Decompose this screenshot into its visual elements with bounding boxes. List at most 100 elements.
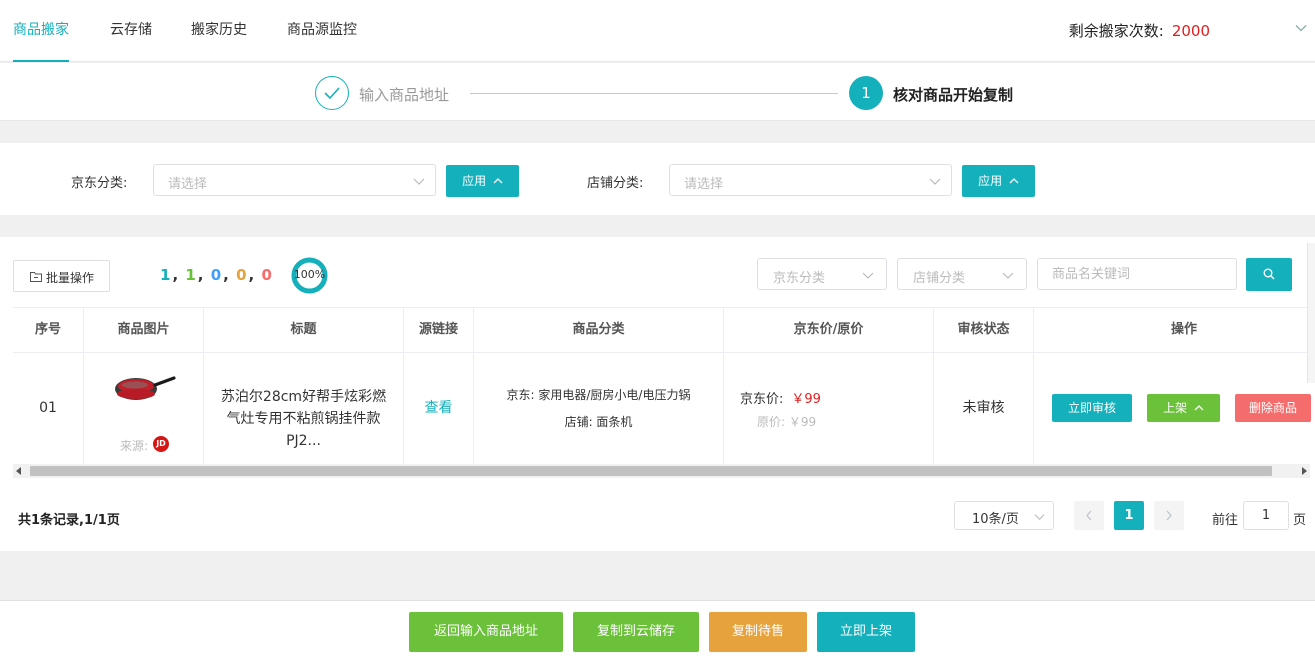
count-sep: , bbox=[248, 266, 260, 284]
chevron-down-icon bbox=[1034, 514, 1045, 521]
prev-page-button[interactable] bbox=[1074, 501, 1104, 530]
header-seq: 序号 bbox=[13, 308, 84, 352]
count-sep: , bbox=[197, 266, 209, 284]
jd-category-select[interactable]: 请选择 bbox=[153, 164, 436, 196]
shop-category-filter-placeholder: 店铺分类 bbox=[913, 271, 966, 286]
search-icon bbox=[1263, 268, 1275, 280]
scroll-left-icon[interactable] bbox=[16, 467, 21, 475]
header-category: 商品分类 bbox=[474, 308, 724, 352]
chevron-down-icon bbox=[929, 178, 941, 185]
scrollbar-thumb[interactable] bbox=[30, 466, 1272, 476]
source-label: 来源: bbox=[120, 439, 149, 453]
tab-cloud-storage[interactable]: 云存储 bbox=[110, 0, 152, 62]
vertical-scrollbar[interactable] bbox=[1307, 243, 1315, 383]
copy-pending-button[interactable]: 复制待售 bbox=[709, 612, 807, 652]
shelf-button-label: 上架 bbox=[1163, 401, 1188, 415]
tab-source-monitor[interactable]: 商品源监控 bbox=[287, 0, 357, 62]
chevron-down-icon[interactable] bbox=[1295, 22, 1307, 34]
header-status: 审核状态 bbox=[934, 308, 1034, 352]
review-status: 未审核 bbox=[934, 353, 1034, 465]
chevron-down-icon bbox=[413, 178, 425, 185]
apply-label: 应用 bbox=[978, 174, 1003, 188]
horizontal-scrollbar[interactable] bbox=[13, 464, 1310, 478]
row-category: 京东: 家用电器/厨房小电/电压力锅 店铺: 面条机 bbox=[474, 353, 724, 465]
jd-category-placeholder: 请选择 bbox=[168, 177, 208, 192]
progress-text: 100% bbox=[293, 268, 326, 281]
category-filter-panel: 京东分类: 请选择 应用 店铺分类: 请选择 应用 bbox=[0, 143, 1315, 215]
header-actions: 操作 bbox=[1170, 322, 1197, 337]
shelf-button[interactable]: 上架 bbox=[1147, 394, 1220, 422]
count-sep: , bbox=[172, 266, 184, 284]
shop-category-label: 店铺分类: bbox=[587, 176, 644, 191]
original-price: 原价: ￥99 bbox=[757, 415, 817, 429]
page-word: 页 bbox=[1293, 513, 1307, 528]
next-page-button[interactable] bbox=[1154, 501, 1184, 530]
step2-number: 1 bbox=[849, 76, 883, 110]
step-indicator: 输入商品地址 1 核对商品开始复制 bbox=[0, 63, 1315, 121]
product-list-panel: 批量操作 1, 1, 0, 0, 0 100% 京东分类 店铺分类 序号 商品图… bbox=[0, 237, 1315, 551]
table-header: 序号 商品图片 标题 源链接 商品分类 京东价/原价 审核状态 操作 bbox=[13, 308, 1315, 353]
row-price: 京东价: ￥99 原价: ￥99 bbox=[724, 353, 934, 465]
folder-icon bbox=[30, 272, 42, 282]
product-image[interactable] bbox=[114, 375, 176, 405]
table-row: 01 来源: JD 苏泊尔28cm好帮手炫彩燃气灶专用不粘煎锅挂件款PJ2...… bbox=[13, 353, 1315, 465]
tab-product-move[interactable]: 商品搬家 bbox=[13, 0, 69, 62]
header-price: 京东价/原价 bbox=[724, 308, 934, 352]
count-pending: 0 bbox=[210, 266, 222, 284]
jd-category-filter-select[interactable]: 京东分类 bbox=[757, 258, 887, 290]
search-button[interactable] bbox=[1246, 258, 1292, 291]
jd-price-label: 京东价: bbox=[740, 392, 784, 407]
publish-now-button[interactable]: 立即上架 bbox=[817, 612, 915, 652]
scroll-right-icon[interactable] bbox=[1302, 467, 1307, 475]
chevron-right-icon bbox=[1166, 510, 1172, 521]
jd-logo-icon: JD bbox=[153, 436, 169, 452]
page-size-value: 10条/页 bbox=[972, 512, 1019, 527]
header-image: 商品图片 bbox=[84, 308, 204, 352]
jd-category-label: 京东分类: bbox=[71, 176, 128, 191]
chevron-up-icon bbox=[1194, 405, 1204, 411]
page-size-select[interactable]: 10条/页 bbox=[954, 501, 1054, 530]
shop-category-filter-select[interactable]: 店铺分类 bbox=[897, 258, 1027, 290]
remaining-moves: 剩余搬家次数: 2000 bbox=[1069, 20, 1210, 41]
apply-label: 应用 bbox=[462, 174, 487, 188]
product-table: 序号 商品图片 标题 源链接 商品分类 京东价/原价 审核状态 操作 01 来源… bbox=[13, 307, 1315, 465]
total-records: 共1条记录,1/1页 bbox=[18, 513, 120, 528]
count-success: 1 bbox=[185, 266, 196, 284]
shop-category-placeholder: 请选择 bbox=[684, 177, 724, 192]
copy-to-cloud-button[interactable]: 复制到云储存 bbox=[573, 612, 699, 652]
back-to-input-button[interactable]: 返回输入商品地址 bbox=[409, 612, 563, 652]
chevron-up-icon bbox=[493, 178, 503, 184]
top-nav: 商品搬家 云存储 搬家历史 商品源监控 剩余搬家次数: 2000 bbox=[0, 0, 1315, 62]
step2-label: 核对商品开始复制 bbox=[893, 86, 1014, 104]
remaining-moves-value: 2000 bbox=[1171, 22, 1210, 40]
remaining-moves-label: 剩余搬家次数: bbox=[1068, 22, 1164, 40]
row-image-cell: 来源: JD bbox=[84, 353, 204, 465]
keyword-input[interactable] bbox=[1052, 260, 1232, 288]
jd-apply-button[interactable]: 应用 bbox=[446, 165, 519, 197]
status-counts: 1, 1, 0, 0, 0 bbox=[160, 266, 274, 284]
batch-operation-label: 批量操作 bbox=[46, 271, 95, 285]
page-number-current[interactable]: 1 bbox=[1114, 501, 1144, 530]
shop-apply-button[interactable]: 应用 bbox=[962, 165, 1035, 197]
count-failed: 0 bbox=[261, 266, 272, 284]
goto-page-input[interactable]: 1 bbox=[1243, 501, 1289, 530]
batch-operation-button[interactable]: 批量操作 bbox=[13, 260, 110, 292]
shop-category-select[interactable]: 请选择 bbox=[669, 164, 952, 196]
tab-move-history[interactable]: 搬家历史 bbox=[191, 0, 247, 62]
chevron-down-icon bbox=[1002, 272, 1014, 279]
category-jd: 京东: 家用电器/厨房小电/电压力锅 bbox=[506, 388, 691, 402]
bottom-action-bar: 返回输入商品地址 复制到云储存 复制待售 立即上架 bbox=[0, 600, 1315, 663]
jd-price-value: ￥99 bbox=[791, 392, 821, 407]
check-icon bbox=[323, 86, 340, 99]
review-now-button[interactable]: 立即审核 bbox=[1052, 394, 1132, 422]
chevron-left-icon bbox=[1086, 510, 1092, 521]
view-source-link[interactable]: 查看 bbox=[404, 353, 474, 465]
jd-category-filter-placeholder: 京东分类 bbox=[773, 271, 826, 286]
row-seq: 01 bbox=[13, 353, 84, 465]
row-title: 苏泊尔28cm好帮手炫彩燃气灶专用不粘煎锅挂件款PJ2... bbox=[204, 353, 404, 465]
header-title: 标题 bbox=[204, 308, 404, 352]
step-done-circle bbox=[315, 76, 349, 110]
step1-label: 输入商品地址 bbox=[359, 86, 450, 104]
delete-product-button[interactable]: 删除商品 bbox=[1235, 394, 1311, 422]
count-total: 1 bbox=[160, 266, 171, 284]
